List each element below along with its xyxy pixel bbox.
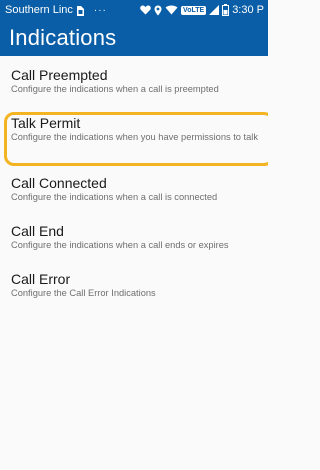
- location-icon: [154, 4, 162, 16]
- page-title: Indications: [9, 25, 117, 50]
- heart-icon: [140, 4, 151, 16]
- item-summary: Configure the indications when a call is…: [11, 84, 219, 94]
- screen: Southern Linc ··· VoLTE 3:30 P Indicatio…: [0, 0, 268, 470]
- item-title: Call End: [11, 223, 64, 239]
- status-bar: Southern Linc ··· VoLTE 3:30 P: [0, 0, 268, 20]
- carrier-name: Southern Linc: [5, 4, 73, 16]
- item-summary: Configure the Call Error Indications: [11, 288, 156, 298]
- list-item-call-end[interactable]: Call End Configure the indications when …: [0, 218, 268, 266]
- battery-icon: [222, 4, 230, 16]
- item-title: Talk Permit: [11, 115, 81, 131]
- list-item-talk-permit[interactable]: Talk Permit Configure the indications wh…: [0, 110, 268, 170]
- volte-label: VoLTE: [181, 5, 207, 15]
- list-item-call-error[interactable]: Call Error Configure the Call Error Indi…: [0, 266, 268, 314]
- signal-icon: [209, 4, 220, 16]
- settings-list: Call Preempted Configure the indications…: [0, 56, 268, 314]
- item-summary: Configure the indications when a call is…: [11, 192, 218, 202]
- sim-icon: [76, 4, 84, 16]
- clock: 3:30 P: [232, 4, 264, 16]
- more-notifications-icon: ···: [93, 4, 107, 16]
- status-right: VoLTE 3:30 P: [140, 4, 264, 16]
- item-summary: Configure the indications when a call en…: [11, 240, 229, 250]
- app-bar: Indications: [0, 20, 268, 56]
- item-summary: Configure the indications when you have …: [11, 132, 259, 142]
- list-item-call-connected[interactable]: Call Connected Configure the indications…: [0, 170, 268, 218]
- list-item-call-preempted[interactable]: Call Preempted Configure the indications…: [0, 62, 268, 110]
- item-title: Call Error: [11, 271, 71, 287]
- volte-icon: VoLTE: [181, 4, 207, 16]
- status-left: Southern Linc ···: [5, 4, 111, 16]
- wifi-icon: [165, 4, 178, 16]
- item-title: Call Connected: [11, 175, 107, 191]
- item-title: Call Preempted: [11, 67, 108, 83]
